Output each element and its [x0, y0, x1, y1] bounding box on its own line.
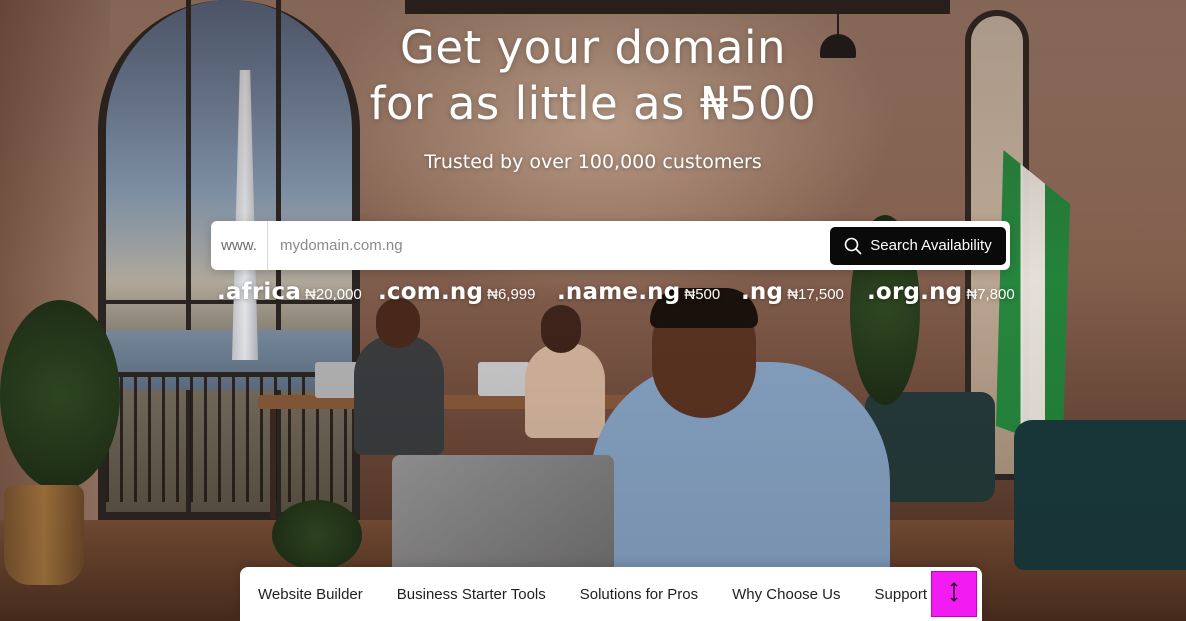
hero-title: Get your domain for as little as ₦500: [0, 20, 1186, 132]
arrow-up-down-icon: [948, 581, 960, 608]
tld-price: ₦6,999: [487, 286, 536, 303]
tld-item-name-ng[interactable]: .name.ng ₦500: [557, 279, 720, 305]
search-availability-button[interactable]: Search Availability: [830, 226, 1006, 265]
domain-search-bar: www. Search Availability: [211, 221, 1010, 270]
hero-title-line-2: for as little as ₦500: [369, 77, 817, 130]
tld-extension: .ng: [741, 279, 784, 305]
tld-price: ₦500: [684, 286, 721, 303]
scroll-to-top-button[interactable]: [931, 571, 977, 617]
hero-title-line-1: Get your domain: [399, 21, 787, 74]
tld-item-ng[interactable]: .ng ₦17,500: [741, 279, 844, 305]
tld-item-org-ng[interactable]: .org.ng ₦7,800: [867, 279, 1015, 305]
tld-price-list: .africa ₦20,000 .com.ng ₦6,999 .name.ng …: [0, 279, 1186, 309]
nav-item-website-builder[interactable]: Website Builder: [258, 586, 363, 603]
tld-extension: .name.ng: [557, 279, 681, 305]
tld-price: ₦7,800: [966, 286, 1015, 303]
tld-extension: .org.ng: [867, 279, 963, 305]
search-button-label: Search Availability: [870, 237, 992, 254]
search-icon: [844, 237, 862, 255]
tld-extension: .com.ng: [378, 279, 484, 305]
domain-search-input[interactable]: [268, 221, 830, 270]
hero-subtitle: Trusted by over 100,000 customers: [424, 151, 762, 173]
tld-price: ₦17,500: [787, 286, 844, 303]
nav-item-why-choose-us[interactable]: Why Choose Us: [732, 586, 840, 603]
tld-price: ₦20,000: [305, 286, 362, 303]
tld-extension: .africa: [217, 279, 302, 305]
search-prefix: www.: [211, 221, 268, 270]
tld-item-com-ng[interactable]: .com.ng ₦6,999: [378, 279, 536, 305]
nav-item-solutions-for-pros[interactable]: Solutions for Pros: [580, 586, 698, 603]
nav-item-business-starter-tools[interactable]: Business Starter Tools: [397, 586, 546, 603]
nav-item-support[interactable]: Support: [875, 586, 928, 603]
tld-item-africa[interactable]: .africa ₦20,000: [217, 279, 362, 305]
bottom-nav: Website Builder Business Starter Tools S…: [240, 567, 982, 621]
